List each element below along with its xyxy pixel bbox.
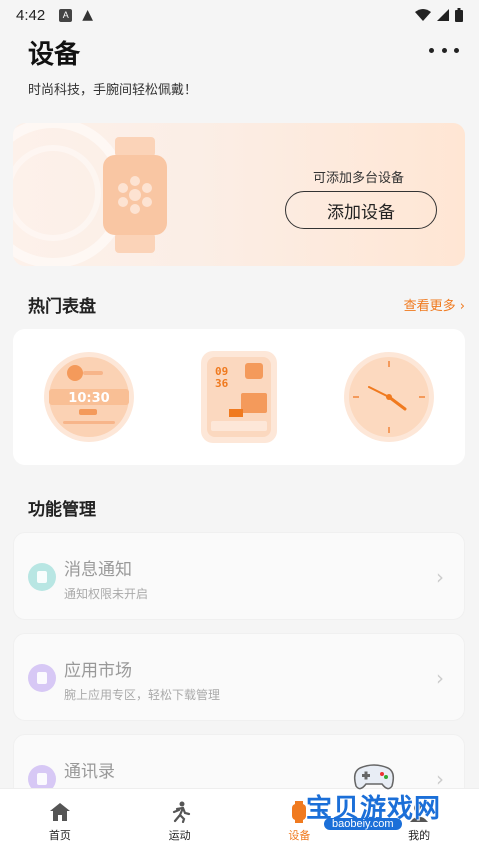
page-title: 设备 — [28, 40, 81, 70]
watch-face-3[interactable] — [343, 351, 435, 443]
functions-title: 功能管理 — [28, 500, 96, 520]
more-options-button[interactable] — [429, 40, 459, 60]
nav-label: 运动 — [168, 829, 191, 842]
nav-label: 首页 — [48, 829, 71, 842]
wifi-icon — [415, 9, 431, 21]
dot-icon — [441, 47, 447, 53]
page-header: 设备 时尚科技，手腕间轻松佩戴！ — [28, 34, 459, 98]
watermark: 宝贝游戏网 baobeiy.com — [300, 760, 470, 850]
battery-icon — [455, 8, 463, 22]
func-title: 通讯录 — [64, 762, 115, 782]
running-icon — [172, 801, 190, 823]
smartwatch-icon — [103, 137, 167, 253]
notification-icon — [28, 563, 56, 591]
add-device-banner: 可添加多台设备 添加设备 — [13, 123, 465, 266]
add-device-button[interactable]: 添加设备 — [285, 191, 437, 229]
dial2-min: 36 — [215, 377, 229, 390]
func-item-notifications[interactable]: 消息通知 通知权限未开启 › — [13, 532, 465, 620]
watch-face-1[interactable]: 10:30 — [43, 351, 135, 443]
dial1-time: 10:30 — [68, 391, 109, 406]
func-desc: 通知权限未开启 — [64, 587, 149, 601]
func-title: 消息通知 — [64, 560, 132, 580]
app-market-icon — [28, 664, 56, 692]
func-item-app-market[interactable]: 应用市场 腕上应用专区，轻松下载管理 › — [13, 633, 465, 721]
chevron-right-icon: › — [436, 565, 444, 589]
a-icon: A — [59, 8, 73, 22]
watch-face-2[interactable]: 09 36 — [201, 351, 277, 443]
nav-home[interactable]: 首页 — [0, 789, 120, 853]
signal-icon — [437, 9, 449, 21]
nav-sport[interactable]: 运动 — [120, 789, 240, 853]
status-time: 4:42 — [16, 6, 46, 24]
dial-card: 10:30 09 36 — [13, 329, 465, 465]
dot-icon — [454, 47, 459, 53]
banner-hint: 可添加多台设备 — [313, 171, 405, 186]
dot-icon — [429, 47, 434, 53]
home-icon — [49, 803, 70, 821]
see-more-link[interactable]: 查看更多 › — [404, 295, 465, 314]
page-subtitle: 时尚科技，手腕间轻松佩戴！ — [28, 83, 198, 98]
status-bar: 4:42 A ▲ — [0, 0, 479, 30]
chevron-right-icon: › — [436, 666, 444, 690]
hot-dials-title: 热门表盘 — [28, 297, 96, 317]
watermark-url: baobeiy.com — [324, 818, 402, 830]
warning-icon: ▲ — [82, 7, 93, 23]
func-desc: 腕上应用专区，轻松下载管理 — [64, 688, 221, 702]
func-title: 应用市场 — [64, 661, 132, 681]
